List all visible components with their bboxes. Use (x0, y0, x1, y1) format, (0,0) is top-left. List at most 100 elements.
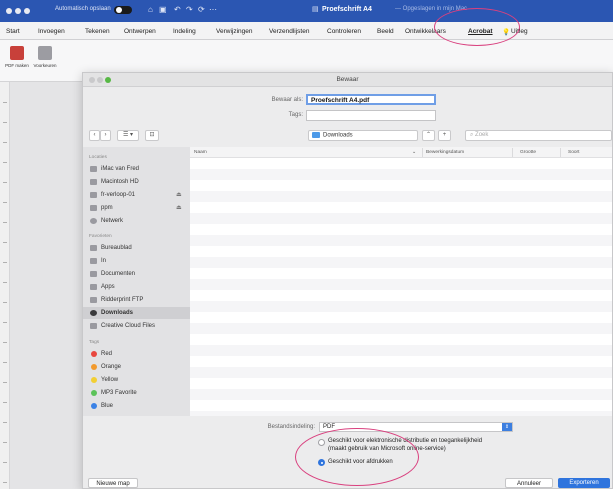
location-label: Downloads (323, 132, 353, 139)
file-icon (90, 297, 97, 303)
pdf-create-icon[interactable] (10, 46, 24, 60)
autosave-toggle[interactable] (114, 6, 132, 14)
sidebar-tag-yellow[interactable]: Yellow (83, 374, 190, 386)
tab-beeld[interactable]: Beeld (377, 28, 394, 35)
folder-icon (90, 258, 97, 264)
new-folder-button[interactable]: Nieuwe map (88, 478, 138, 488)
tab-verzendlijsten[interactable]: Verzendlijsten (269, 28, 309, 35)
preferences-label[interactable]: Voorkeuren (32, 63, 58, 68)
document-background (10, 82, 82, 489)
save-as-label: Bewaar als: (271, 97, 303, 103)
home-icon[interactable]: ⌂ (148, 5, 153, 14)
apps-icon (90, 284, 97, 290)
sidebar-item-documenten[interactable]: Documenten (83, 268, 190, 280)
dropdown-arrow-icon: ⇕ (502, 423, 512, 431)
network-icon (90, 218, 97, 224)
vertical-ruler (0, 82, 10, 489)
add-button[interactable]: + (438, 130, 451, 141)
tab-invoegen[interactable]: Invoegen (38, 28, 65, 35)
preferences-icon[interactable] (38, 46, 52, 60)
sidebar-tag-blue[interactable]: Blue (83, 400, 190, 412)
tag-dot-icon (91, 351, 97, 357)
sidebar-header-tags: Tags (89, 340, 100, 345)
sort-chevron-icon: ⌄ (412, 150, 417, 155)
column-size[interactable]: Grootte (520, 150, 536, 155)
tab-tekenen[interactable]: Tekenen (85, 28, 110, 35)
highlight-circle-acrobat (434, 8, 520, 46)
location-dropdown[interactable]: Downloads (308, 130, 418, 141)
server-icon (90, 205, 97, 211)
autosave-label: Automatisch opslaan (55, 6, 111, 12)
sidebar-tag-mp3-favorite[interactable]: MP3 Favorite (83, 387, 190, 399)
sidebar-item-apps[interactable]: Apps (83, 281, 190, 293)
refresh-icon[interactable]: ⟳ (198, 5, 205, 14)
view-options-button[interactable]: ☰ ▾ (117, 130, 139, 141)
tag-dot-icon (91, 403, 97, 409)
sidebar-item-netwerk[interactable]: Netwerk (83, 215, 190, 227)
harddisk-icon (90, 179, 97, 185)
sidebar-header-locations: Locaties (89, 155, 107, 160)
sidebar-item-ridderprint-ftp[interactable]: Ridderprint FTP (83, 294, 190, 306)
computer-icon (90, 166, 97, 172)
sidebar-item-fr-verloop[interactable]: fr-verloop-01 ⏏ (83, 189, 190, 201)
sidebar-item-in[interactable]: In (83, 255, 190, 267)
document-title: Proefschrift A4 (322, 6, 372, 13)
back-button[interactable]: ‹ (89, 130, 100, 141)
collapse-chevron-icon[interactable]: ⌃ (422, 130, 435, 141)
folder-icon (312, 132, 320, 138)
tab-controleren[interactable]: Controleren (327, 28, 361, 35)
forward-button[interactable]: › (100, 130, 111, 141)
format-label: Bestandsindeling: (267, 424, 315, 430)
dialog-titlebar: Bewaar (83, 73, 612, 87)
sidebar-item-imac[interactable]: iMac van Fred (83, 163, 190, 175)
tab-verwijzingen[interactable]: Verwijzingen (216, 28, 253, 35)
column-name[interactable]: Naam (194, 150, 207, 155)
new-folder-icon[interactable]: ⊡ (145, 130, 159, 141)
sidebar-item-macintosh-hd[interactable]: Macintosh HD (83, 176, 190, 188)
search-placeholder: Zoek (475, 132, 489, 138)
eject-icon[interactable]: ⏏ (176, 191, 182, 198)
sidebar-item-downloads[interactable]: Downloads (83, 307, 190, 319)
documents-icon (90, 271, 97, 277)
close-window-icon[interactable] (6, 8, 12, 14)
column-modified[interactable]: Bewerkingsdatum (426, 150, 464, 155)
tag-dot-icon (91, 390, 97, 396)
zoom-window-icon[interactable] (24, 8, 30, 14)
tag-dot-icon (91, 364, 97, 370)
pdf-create-label[interactable]: PDF maken (4, 63, 30, 68)
window-titlebar: Automatisch opslaan ⌂ ▣ ↶ ↷ ⟳ ⋯ ▤ Proefs… (0, 0, 613, 22)
column-kind[interactable]: Soort (568, 150, 579, 155)
save-icon[interactable]: ▣ (159, 5, 167, 14)
sidebar-tag-orange[interactable]: Orange (83, 361, 190, 373)
server-icon (90, 192, 97, 198)
tag-dot-icon (91, 377, 97, 383)
desktop-icon (90, 245, 97, 251)
cancel-button[interactable]: Annuleer (505, 478, 553, 488)
document-icon: ▤ (312, 6, 319, 13)
ribbon-tabs: Start Invoegen Tekenen Ontwerpen Indelin… (0, 22, 613, 40)
undo-icon[interactable]: ↶ (174, 5, 181, 14)
sidebar-item-bureaublad[interactable]: Bureaublad (83, 242, 190, 254)
downloads-icon (90, 310, 97, 316)
tab-ontwerpen[interactable]: Ontwerpen (124, 28, 156, 35)
search-input[interactable]: ⌕ Zoek (465, 130, 612, 141)
sidebar-header-favorites: Favorieten (89, 234, 112, 239)
highlight-circle-print (295, 428, 419, 486)
file-list-header: Naam ⌄ Bewerkingsdatum Grootte Soort (190, 147, 612, 158)
sidebar-item-creative-cloud[interactable]: Creative Cloud Files (83, 320, 190, 332)
folder-icon (90, 323, 97, 329)
tab-indeling[interactable]: Indeling (173, 28, 196, 35)
save-as-field[interactable]: Proefschrift A4.pdf (306, 94, 436, 105)
minimize-window-icon[interactable] (15, 8, 21, 14)
dialog-title: Bewaar (336, 76, 359, 83)
sidebar-item-ppm[interactable]: ppm ⏏ (83, 202, 190, 214)
export-button[interactable]: Exporteren (558, 478, 610, 488)
more-icon[interactable]: ⋯ (209, 5, 217, 14)
redo-icon[interactable]: ↷ (186, 5, 193, 14)
tags-field[interactable] (306, 110, 436, 121)
eject-icon[interactable]: ⏏ (176, 204, 182, 211)
save-dialog: Bewaar Bewaar als: Proefschrift A4.pdf T… (82, 72, 613, 489)
sidebar-tag-red[interactable]: Red (83, 348, 190, 360)
tab-start[interactable]: Start (6, 28, 20, 35)
tags-label: Tags: (288, 112, 303, 118)
